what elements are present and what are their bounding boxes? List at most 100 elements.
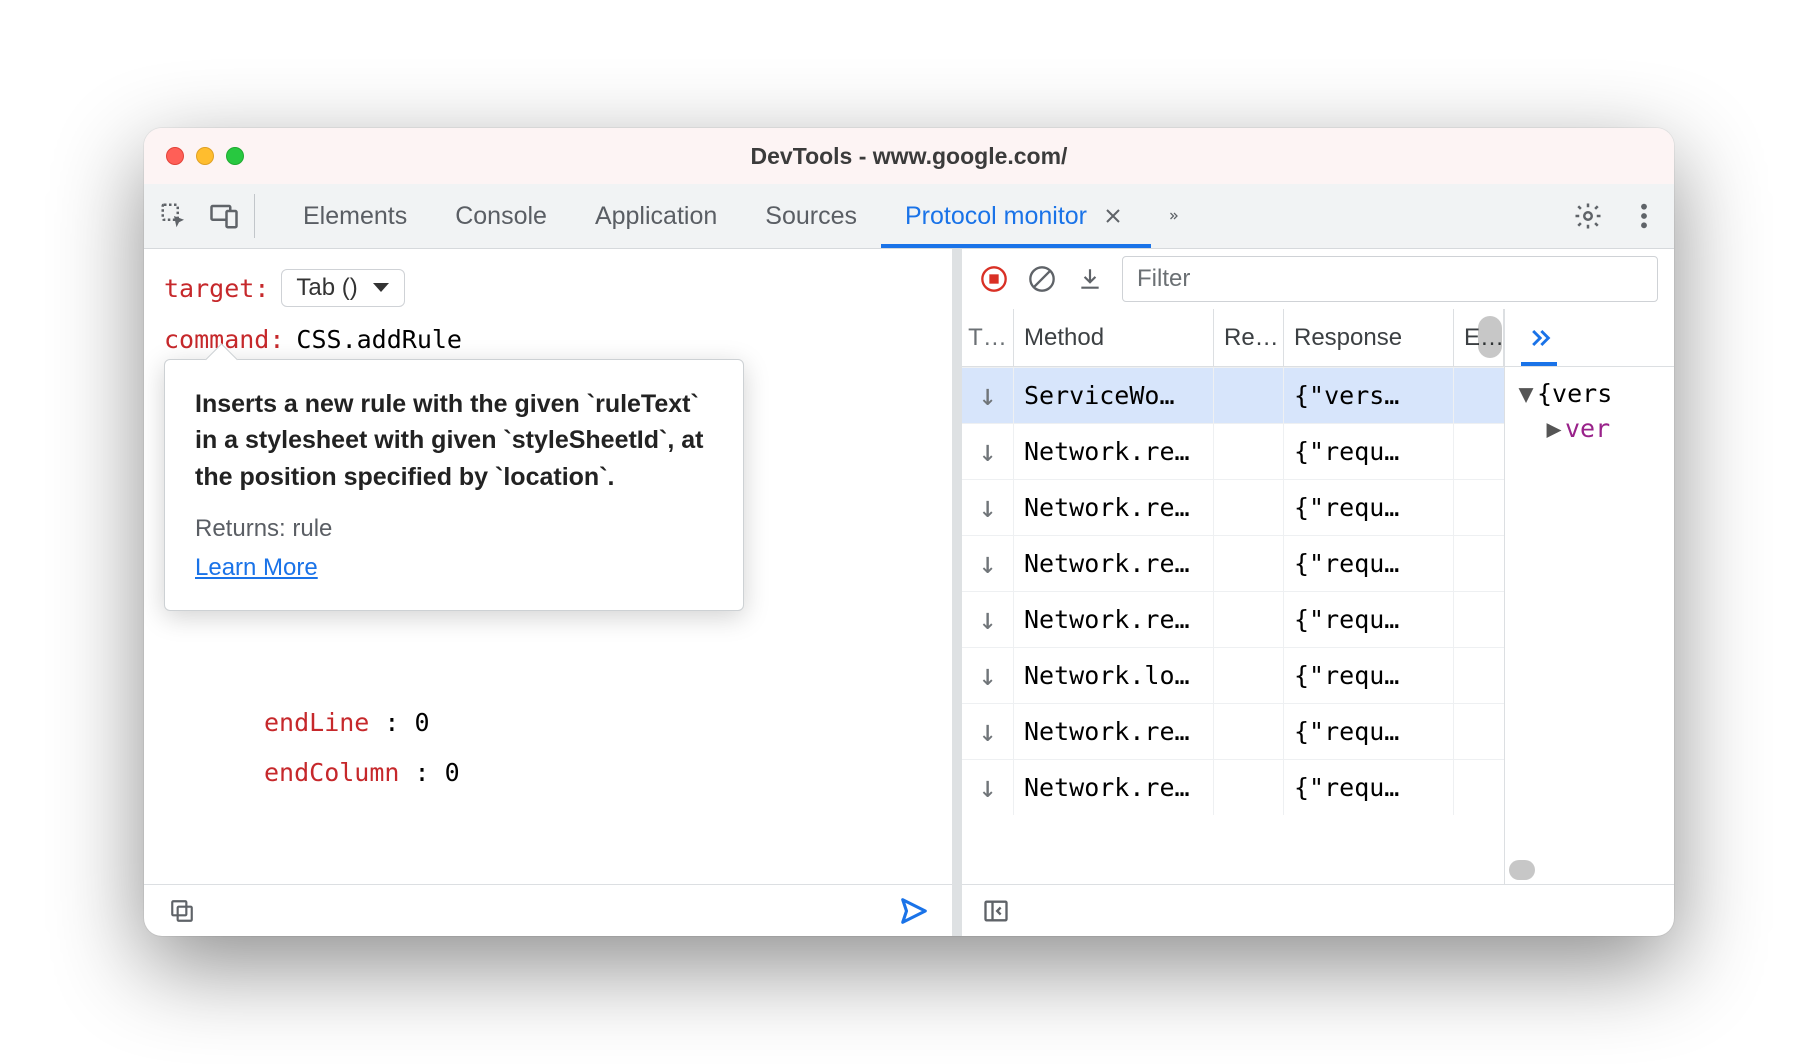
- col-response[interactable]: Response: [1284, 309, 1454, 366]
- table-header: T… Method Re… Response E…: [962, 309, 1504, 367]
- main-split: target: Tab () command: CSS.addRule Inse…: [144, 249, 1674, 936]
- protocol-log-pane: T… Method Re… Response E… ↓ ServiceWo… {"v…: [962, 249, 1674, 936]
- cell-elapsed: [1454, 760, 1504, 815]
- window-title: DevTools - www.google.com/: [144, 143, 1674, 170]
- log-toolbar: [962, 249, 1674, 309]
- detail-body[interactable]: ▼{vers ▶ver: [1505, 367, 1674, 884]
- vertical-scrollbar-thumb[interactable]: [1478, 316, 1502, 358]
- cell-request: [1214, 648, 1284, 703]
- pane-splitter[interactable]: [952, 249, 962, 936]
- clear-icon[interactable]: [1026, 263, 1058, 295]
- cell-elapsed: [1454, 368, 1504, 423]
- cell-elapsed: [1454, 648, 1504, 703]
- table-row[interactable]: ↓Network.re…{"requ…: [962, 759, 1504, 815]
- cell-method: Network.re…: [1014, 536, 1214, 591]
- target-label: target:: [164, 274, 269, 303]
- download-icon[interactable]: [1074, 263, 1106, 295]
- close-icon[interactable]: [1099, 206, 1127, 226]
- arrow-down-icon: ↓: [978, 546, 996, 581]
- cell-request: [1214, 704, 1284, 759]
- cell-request: [1214, 480, 1284, 535]
- cell-method: ServiceWo…: [1014, 368, 1214, 423]
- cell-response: {"vers…: [1284, 368, 1454, 423]
- devtools-window: DevTools - www.google.com/ Elements Cons…: [144, 128, 1674, 936]
- tab-elements[interactable]: Elements: [279, 184, 431, 248]
- table-row[interactable]: ↓ Network.re… {"requ…: [962, 479, 1504, 535]
- table-row[interactable]: ↓ ServiceWo… {"vers…: [962, 367, 1504, 423]
- cell-elapsed: [1454, 480, 1504, 535]
- panel-tabs: Elements Console Application Sources Pro…: [279, 184, 1151, 248]
- cell-method: Network.re…: [1014, 704, 1214, 759]
- cell-request: [1214, 424, 1284, 479]
- table-row[interactable]: ↓ Network.re… {"requ…: [962, 703, 1504, 759]
- cell-response: {"requ…: [1284, 480, 1454, 535]
- param-endcolumn-key: endColumn: [264, 758, 399, 787]
- arrow-down-icon: ↓: [978, 770, 996, 805]
- settings-icon[interactable]: [1572, 200, 1604, 232]
- table-row[interactable]: ↓Network.lo…{"requ…: [962, 647, 1504, 703]
- cell-request: [1214, 760, 1284, 815]
- command-editor-pane: target: Tab () command: CSS.addRule Inse…: [144, 249, 952, 936]
- kebab-menu-icon[interactable]: [1628, 200, 1660, 232]
- table-row[interactable]: ↓ Network.re… {"requ…: [962, 535, 1504, 591]
- tooltip-returns: Returns: rule: [195, 515, 713, 543]
- horizontal-scrollbar-thumb[interactable]: [1509, 860, 1535, 880]
- send-icon[interactable]: [898, 895, 930, 927]
- more-tabs-icon[interactable]: [1157, 200, 1189, 232]
- tab-sources[interactable]: Sources: [741, 184, 881, 248]
- cell-response: {"requ…: [1284, 648, 1454, 703]
- cell-request: [1214, 536, 1284, 591]
- arrow-down-icon: ↓: [978, 434, 996, 469]
- command-editor-body: target: Tab () command: CSS.addRule Inse…: [144, 249, 952, 884]
- cell-response: {"requ…: [1284, 536, 1454, 591]
- cell-response: {"requ…: [1284, 704, 1454, 759]
- col-method[interactable]: Method: [1014, 309, 1214, 366]
- learn-more-link[interactable]: Learn More: [195, 554, 318, 581]
- col-request[interactable]: Re…: [1214, 309, 1284, 366]
- detail-tab-more[interactable]: [1521, 309, 1557, 366]
- toggle-sidebar-icon[interactable]: [980, 895, 1012, 927]
- command-doc-tooltip: Inserts a new rule with the given `ruleT…: [164, 359, 744, 611]
- cell-request: [1214, 592, 1284, 647]
- command-value[interactable]: CSS.addRule: [296, 325, 462, 354]
- cell-method: Network.re…: [1014, 592, 1214, 647]
- cell-elapsed: [1454, 536, 1504, 591]
- table-row[interactable]: ↓Network.re…{"requ…: [962, 423, 1504, 479]
- device-toggle-icon[interactable]: [208, 200, 240, 232]
- cell-elapsed: [1454, 424, 1504, 479]
- panel-tabstrip: Elements Console Application Sources Pro…: [144, 184, 1674, 249]
- cell-method: Network.re…: [1014, 760, 1214, 815]
- tab-protocol-monitor[interactable]: Protocol monitor: [881, 184, 1151, 248]
- arrow-down-icon: ↓: [978, 378, 996, 413]
- command-editor-footer: [144, 884, 952, 936]
- arrow-down-icon: ↓: [978, 658, 996, 693]
- table-rows: ↓ServiceWo…{"vers…↓Network.re…{"requ…↓Ne…: [962, 367, 1504, 815]
- target-select[interactable]: Tab (): [281, 269, 404, 307]
- cell-request: [1214, 368, 1284, 423]
- filter-input[interactable]: [1122, 256, 1658, 302]
- arrow-down-icon: ↓: [978, 490, 996, 525]
- arrow-down-icon: ↓: [978, 714, 996, 749]
- param-endline-key: endLine: [264, 708, 369, 737]
- tooltip-description: Inserts a new rule with the given `ruleT…: [195, 386, 713, 495]
- log-body: T… Method Re… Response E… ↓ ServiceWo… {"v…: [962, 309, 1674, 884]
- arrow-down-icon: ↓: [978, 602, 996, 637]
- tab-console[interactable]: Console: [431, 184, 571, 248]
- record-icon[interactable]: [978, 263, 1010, 295]
- table-row[interactable]: ↓Network.re…{"requ…: [962, 591, 1504, 647]
- copy-icon[interactable]: [166, 895, 198, 927]
- cell-elapsed: [1454, 704, 1504, 759]
- tab-application[interactable]: Application: [571, 184, 741, 248]
- log-footer: [962, 884, 1674, 936]
- cell-method: Network.re…: [1014, 424, 1214, 479]
- command-params: endLine : 0 endColumn : 0: [264, 698, 932, 798]
- log-table: T… Method Re… Response E… ↓ ServiceWo… {"v…: [962, 309, 1505, 884]
- horizontal-scrollbar[interactable]: [1509, 860, 1668, 880]
- col-type[interactable]: T…: [962, 309, 1014, 366]
- cell-method: Network.re…: [1014, 480, 1214, 535]
- log-detail: ▼{vers ▶ver: [1505, 309, 1674, 884]
- inspect-icon[interactable]: [158, 200, 190, 232]
- param-endline-val[interactable]: 0: [415, 708, 430, 737]
- param-endcolumn-val[interactable]: 0: [445, 758, 460, 787]
- cell-elapsed: [1454, 592, 1504, 647]
